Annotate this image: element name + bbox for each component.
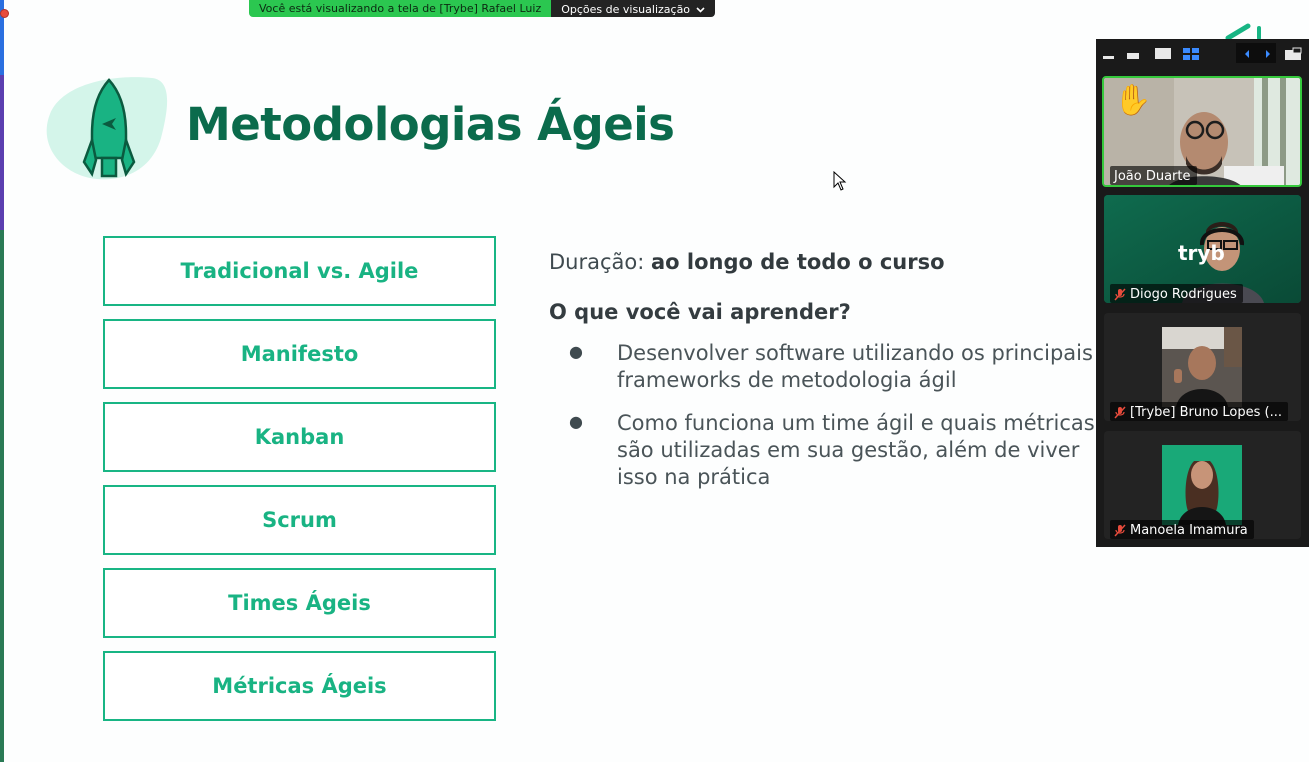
participant-name-tag: Manoela Imamura (1110, 520, 1254, 539)
microphone-muted-icon (1114, 288, 1126, 301)
previous-page-icon[interactable] (1242, 47, 1252, 61)
topic-list: Tradicional vs. Agile Manifesto Kanban S… (103, 236, 496, 734)
share-status-text: Você está visualizando a tela de [Trybe]… (249, 0, 552, 17)
microphone-muted-icon (1114, 524, 1126, 537)
topic-box: Métricas Ágeis (103, 651, 496, 721)
topic-box: Tradicional vs. Agile (103, 236, 496, 306)
participant-name-tag: Diogo Rodrigues (1110, 284, 1243, 303)
minimize-icon[interactable] (1102, 47, 1116, 61)
topic-box: Times Ágeis (103, 568, 496, 638)
participant-name-tag: [Trybe] Bruno Lopes (... (1110, 402, 1289, 421)
participant-name: João Duarte (1114, 169, 1191, 184)
duration-line: Duração: ao longo de todo o curso (549, 250, 1109, 274)
trybe-logo-icon (1225, 23, 1261, 40)
speaker-view-icon[interactable] (1154, 47, 1172, 61)
video-panel-toolbar (1096, 39, 1309, 69)
learning-question: O que você vai aprender? (549, 300, 851, 324)
participant-name-tag: João Duarte (1110, 166, 1197, 185)
rocket-icon (46, 77, 168, 180)
strip-view-icon[interactable] (1126, 47, 1140, 61)
next-page-icon[interactable] (1263, 47, 1273, 61)
bullet-icon: ● (569, 342, 583, 361)
close-dot-icon[interactable] (0, 9, 9, 18)
duration-label: Duração: (549, 250, 645, 274)
topic-box: Manifesto (103, 319, 496, 389)
slide-title: Metodologias Ágeis (186, 98, 675, 151)
bullet-icon: ● (569, 412, 583, 431)
screen-share-banner: Você está visualizando a tela de [Trybe]… (249, 0, 716, 17)
view-options-label: Opções de visualização (561, 3, 691, 16)
video-tile[interactable]: [Trybe] Bruno Lopes (... (1104, 313, 1301, 421)
learning-bullets: ● Desenvolver software utilizando os pri… (549, 340, 1109, 491)
participant-name: Diogo Rodrigues (1130, 287, 1237, 302)
mouse-cursor-icon (833, 171, 847, 191)
view-options-button[interactable]: Opções de visualização (551, 0, 716, 17)
popout-icon[interactable] (1284, 47, 1302, 61)
video-tile[interactable]: tryb Diogo Rodrigues (1104, 195, 1301, 303)
list-item: ● Como funciona um time ágil e quais mét… (549, 410, 1109, 491)
trybe-wall-text: tryb (1178, 241, 1225, 265)
window-edge (0, 0, 4, 762)
topic-box: Kanban (103, 402, 496, 472)
microphone-muted-icon (1114, 406, 1126, 419)
slide-content: Duração: ao longo de todo o curso O que … (549, 250, 1109, 507)
participant-name: [Trybe] Bruno Lopes (... (1130, 405, 1283, 420)
participant-name: Manoela Imamura (1130, 523, 1248, 538)
topic-box: Scrum (103, 485, 496, 555)
duration-value: ao longo de todo o curso (651, 250, 945, 274)
gallery-view-icon[interactable] (1182, 47, 1200, 61)
list-item: ● Desenvolver software utilizando os pri… (549, 340, 1109, 394)
video-tile[interactable]: ✋ João Duarte (1102, 76, 1302, 187)
chevron-down-icon (696, 6, 705, 13)
raised-hand-icon: ✋ (1114, 83, 1152, 118)
bullet-text: Desenvolver software utilizando os princ… (617, 341, 1093, 392)
screen-share-view: Você está visualizando a tela de [Trybe]… (0, 0, 1309, 762)
participant-video-panel: ✋ João Duarte tryb Diogo Rodrigues [Tryb… (1096, 39, 1309, 547)
video-tile[interactable]: Manoela Imamura (1104, 431, 1301, 539)
bullet-text: Como funciona um time ágil e quais métri… (617, 411, 1095, 489)
